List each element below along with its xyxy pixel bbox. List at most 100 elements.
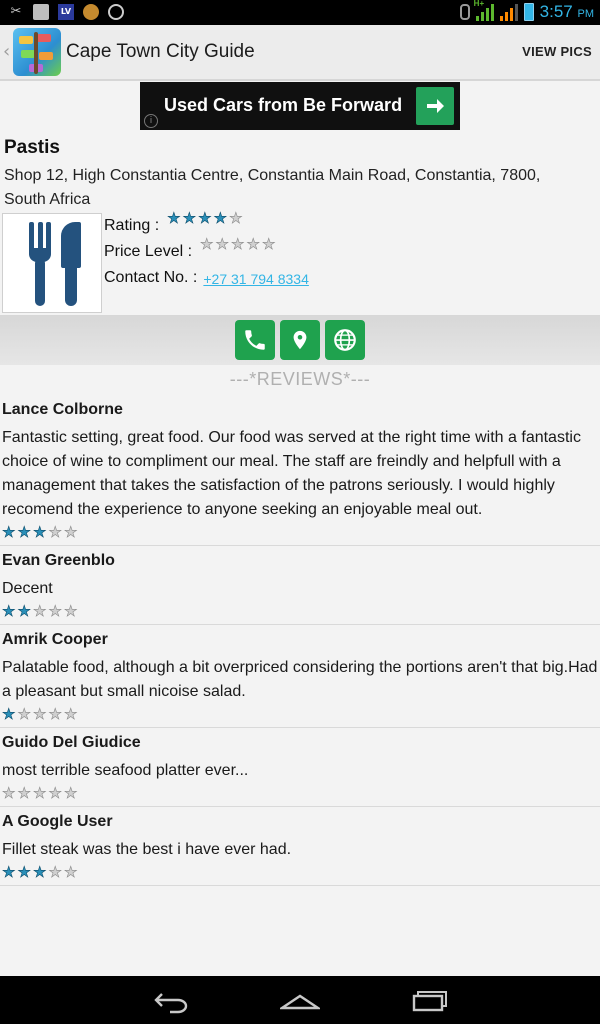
arrow-right-icon [427, 99, 444, 113]
review-text: Palatable food, although a bit overprice… [2, 659, 598, 700]
call-button[interactable] [235, 320, 275, 360]
image-icon [33, 4, 49, 20]
phone-number-link[interactable]: +27 31 794 8334 [203, 271, 309, 287]
recent-apps-button[interactable] [410, 986, 450, 1014]
knife-icon [61, 222, 81, 306]
phone-icon [245, 330, 265, 350]
action-buttons-strip [0, 315, 600, 365]
network-type-label: H+ [473, 0, 485, 8]
reviews-list: Lance Colborne Fantastic setting, great … [0, 395, 600, 886]
star-filled-icon: ★ [2, 523, 16, 541]
ad-text[interactable]: Used Cars from Be Forward [164, 95, 402, 116]
review-item: Evan Greenblo Decent ★ ★ ★ ★ ★ [0, 546, 600, 625]
review-item: Amrik Cooper Palatable food, although a … [0, 625, 600, 728]
rating-label: Rating : [104, 217, 160, 234]
review-rating-stars: ★ ★ ★ ★ ★ [2, 863, 80, 881]
star-filled-icon: ★ [182, 210, 197, 227]
map-button[interactable] [280, 320, 320, 360]
price-level-row: Price Level : ★ ★ ★ ★ ★ [104, 236, 278, 261]
star-empty-icon: ★ [48, 784, 62, 802]
review-text: Fillet steak was the best i have ever ha… [2, 841, 292, 858]
system-icons: H+ 3:57 PM [459, 0, 594, 22]
ad-arrow-button[interactable] [416, 87, 454, 125]
review-rating-stars: ★ ★ ★ ★ ★ [2, 705, 80, 723]
bluetooth-icon [459, 4, 470, 20]
tools-icon: ✂ [10, 4, 22, 19]
home-icon [278, 994, 322, 1010]
review-author: Guido Del Giudice [2, 734, 141, 751]
star-filled-icon: ★ [33, 863, 47, 881]
star-empty-icon: ★ [48, 523, 62, 541]
app-title: Cape Town City Guide [66, 41, 255, 62]
review-text: Fantastic setting, great food. Our food … [2, 429, 581, 518]
star-empty-icon: ★ [2, 784, 16, 802]
clock: 3:57 PM [540, 2, 594, 22]
star-empty-icon: ★ [17, 705, 31, 723]
review-author: A Google User [2, 813, 113, 830]
star-empty-icon: ★ [64, 523, 78, 541]
star-empty-icon: ★ [48, 602, 62, 620]
clock-ampm: PM [577, 8, 595, 20]
review-rating-stars: ★ ★ ★ ★ ★ [2, 784, 80, 802]
review-author: Evan Greenblo [2, 552, 115, 569]
review-author: Lance Colborne [2, 401, 123, 418]
star-filled-icon: ★ [17, 863, 31, 881]
star-empty-icon: ★ [33, 705, 47, 723]
status-bar: ✂ LV H+ 3:57 PM [0, 0, 600, 25]
back-caret-icon[interactable]: ‹ [3, 41, 10, 62]
notification-icons: ✂ LV [8, 4, 124, 20]
star-filled-icon: ★ [2, 602, 16, 620]
star-filled-icon: ★ [2, 705, 16, 723]
contact-row: Contact No. : +27 31 794 8334 [104, 269, 309, 287]
star-filled-icon: ★ [167, 210, 181, 227]
star-empty-icon: ★ [64, 784, 78, 802]
restaurant-thumbnail [2, 213, 102, 313]
star-filled-icon: ★ [33, 523, 47, 541]
review-text: most terrible seafood platter ever... [2, 762, 249, 779]
star-filled-icon: ★ [2, 863, 16, 881]
price-level-label: Price Level : [104, 243, 193, 260]
star-empty-icon: ★ [246, 236, 260, 253]
signal-icon-2 [499, 3, 518, 21]
view-pics-button[interactable]: VIEW PICS [522, 44, 592, 59]
star-filled-icon: ★ [17, 602, 31, 620]
star-filled-icon: ★ [17, 523, 31, 541]
back-button[interactable] [152, 986, 192, 1014]
star-empty-icon: ★ [200, 236, 214, 253]
star-empty-icon: ★ [48, 705, 62, 723]
location-pin-icon [293, 330, 307, 350]
clock-time: 3:57 [539, 2, 573, 21]
recent-apps-icon [412, 991, 447, 1012]
back-arrow-icon [154, 993, 188, 1014]
star-empty-icon: ★ [48, 863, 62, 881]
star-filled-icon: ★ [198, 210, 212, 227]
star-empty-icon: ★ [17, 784, 31, 802]
place-name: Pastis [4, 137, 60, 158]
ad-info-icon[interactable]: i [144, 114, 158, 128]
coin-icon [83, 4, 99, 20]
star-empty-icon: ★ [64, 602, 78, 620]
star-empty-icon: ★ [229, 210, 243, 227]
place-rating-stars: ★ ★ ★ ★ ★ [167, 210, 245, 227]
fork-icon [29, 222, 51, 306]
price-level-stars: ★ ★ ★ ★ ★ [200, 236, 278, 253]
review-item: A Google User Fillet steak was the best … [0, 807, 600, 886]
wifi-icon [108, 4, 124, 20]
home-button[interactable] [278, 986, 322, 1014]
app-logo-icon[interactable] [13, 28, 61, 76]
navigation-bar [0, 976, 600, 1024]
ad-banner[interactable]: Used Cars from Be Forward i [140, 82, 460, 130]
globe-icon [334, 329, 356, 351]
review-text: Decent [2, 580, 53, 597]
star-empty-icon: ★ [231, 236, 245, 253]
review-item: Guido Del Giudice most terrible seafood … [0, 728, 600, 807]
review-author: Amrik Cooper [2, 631, 108, 648]
rating-row: Rating : ★ ★ ★ ★ ★ [104, 210, 245, 235]
review-item: Lance Colborne Fantastic setting, great … [0, 395, 600, 546]
place-address: Shop 12, High Constantia Centre, Constan… [4, 167, 541, 208]
review-rating-stars: ★ ★ ★ ★ ★ [2, 523, 80, 541]
website-button[interactable] [325, 320, 365, 360]
lv-app-icon: LV [58, 4, 74, 20]
reviews-header: ---*REVIEWS*--- [229, 369, 371, 389]
star-filled-icon: ★ [213, 210, 228, 227]
